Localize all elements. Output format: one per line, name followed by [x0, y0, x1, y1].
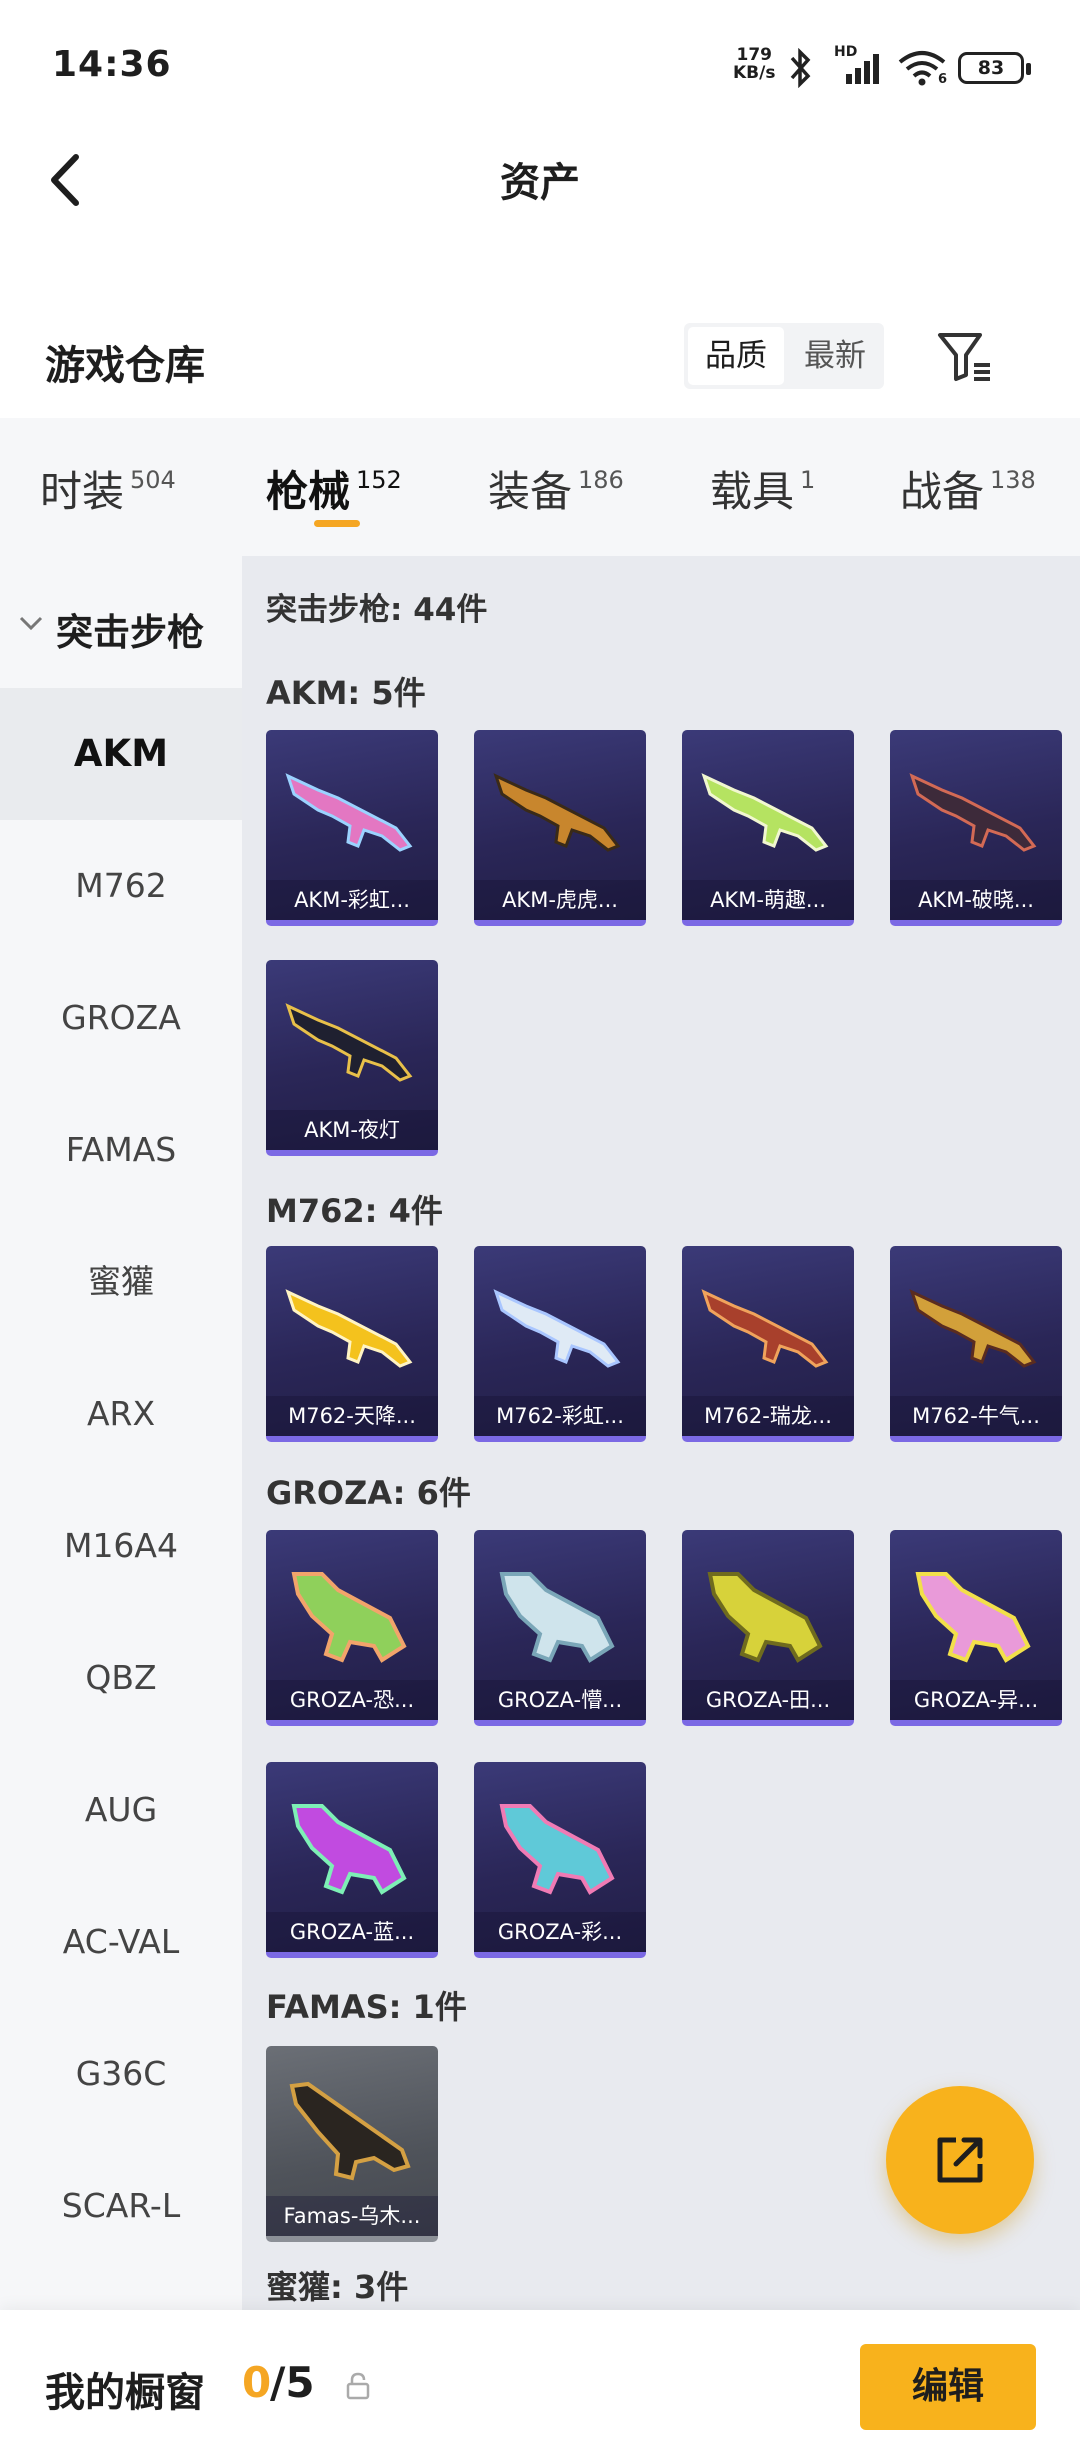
sidebar-item-akm[interactable]: AKM: [0, 688, 242, 820]
sort-newest-button[interactable]: 最新: [792, 323, 878, 389]
lock-icon: [346, 2372, 370, 2400]
rifle-image: [909, 773, 1037, 852]
showcase-count-current: 0: [242, 2358, 272, 2407]
weapon-card[interactable]: Famas-乌木...: [266, 2046, 438, 2242]
sidebar-item-groza[interactable]: GROZA: [0, 952, 242, 1084]
status-bar: 14:36 179 KB/s HD 6 83: [0, 0, 1080, 135]
rifle-image: [285, 773, 413, 852]
weapon-card[interactable]: GROZA-异...: [890, 1530, 1062, 1726]
category-label-honey-badger: 蜜獾: 3件: [266, 2268, 409, 2306]
sidebar-item-honey-badger[interactable]: 蜜獾: [0, 1216, 242, 1348]
sidebar-item-scar-l[interactable]: SCAR-L: [0, 2140, 242, 2272]
active-tab-indicator: [314, 520, 360, 527]
rifle-image: [289, 2081, 411, 2181]
warehouse-header: 游戏仓库 品质 最新: [0, 315, 1080, 405]
wifi-label: 6: [938, 72, 948, 87]
smg-image: [707, 1572, 823, 1663]
weapon-card[interactable]: AKM-夜灯: [266, 960, 438, 1156]
tab-fashion[interactable]: 时装 504: [40, 458, 176, 519]
weapon-card[interactable]: GROZA-恐...: [266, 1530, 438, 1726]
sidebar-item-aug[interactable]: AUG: [0, 1744, 242, 1876]
weapon-card[interactable]: M762-瑞龙...: [682, 1246, 854, 1442]
rifle-image: [909, 1289, 1037, 1368]
rifle-image: [701, 773, 829, 852]
weapon-card[interactable]: M762-彩虹...: [474, 1246, 646, 1442]
tab-equipment[interactable]: 装备 186: [488, 458, 624, 519]
weapon-card[interactable]: M762-天降...: [266, 1246, 438, 1442]
sidebar-item-qbz[interactable]: QBZ: [0, 1612, 242, 1744]
rifle-image: [701, 1289, 829, 1368]
smg-image: [291, 1804, 407, 1895]
group-count-heading: 突击步枪: 44件: [266, 592, 488, 628]
smg-image: [499, 1804, 615, 1895]
status-time: 14:36: [52, 44, 172, 85]
rifle-image: [285, 1003, 413, 1082]
category-label-famas: FAMAS: 1件: [266, 1988, 467, 2026]
share-button[interactable]: [886, 2086, 1034, 2234]
tab-supplies[interactable]: 战备 138: [900, 458, 1036, 519]
showcase-label: 我的橱窗: [45, 2370, 205, 2416]
share-icon: [937, 2137, 983, 2183]
sidebar-item-m16a4[interactable]: M16A4: [0, 1480, 242, 1612]
weapon-type-sidebar: 突击步枪 AKM M762 GROZA FAMAS 蜜獾 ARX M16A4 Q…: [0, 556, 242, 2310]
weapon-card[interactable]: GROZA-蓝...: [266, 1762, 438, 1958]
weapon-card[interactable]: GROZA-懵...: [474, 1530, 646, 1726]
weapon-grid: 突击步枪: 44件 AKM: 5件 AKM-彩虹... AKM-虎虎... AK…: [242, 556, 1080, 2310]
weapon-card[interactable]: AKM-破晓...: [890, 730, 1062, 926]
sort-quality-button[interactable]: 品质: [688, 327, 784, 385]
weapon-card[interactable]: GROZA-彩...: [474, 1762, 646, 1958]
weapon-card[interactable]: AKM-萌趣...: [682, 730, 854, 926]
edit-button[interactable]: 编辑: [860, 2344, 1036, 2430]
weapon-card[interactable]: AKM-虎虎...: [474, 730, 646, 926]
page-title: 资产: [500, 160, 580, 206]
rifle-image: [285, 1289, 413, 1368]
network-speed: 179 KB/s: [733, 45, 776, 83]
sidebar-item-g36c[interactable]: G36C: [0, 2008, 242, 2140]
sort-toggle: 品质 最新: [684, 323, 884, 389]
battery-indicator: 83: [958, 52, 1031, 84]
sidebar-item-m762[interactable]: M762: [0, 820, 242, 952]
tab-firearms[interactable]: 枪械 152: [266, 458, 402, 519]
sidebar-group-assault-rifles[interactable]: 突击步枪: [0, 592, 242, 662]
smg-image: [291, 1572, 407, 1663]
weapon-card[interactable]: AKM-彩虹...: [266, 730, 438, 926]
showcase-bar: 我的橱窗 0 /5 编辑: [0, 2310, 1080, 2460]
sidebar-item-famas[interactable]: FAMAS: [0, 1084, 242, 1216]
showcase-count-total: /5: [270, 2358, 315, 2407]
weapon-card[interactable]: M762-牛气...: [890, 1246, 1062, 1442]
bluetooth-icon: [790, 48, 811, 88]
category-label-groza: GROZA: 6件: [266, 1474, 471, 1512]
category-label-m762: M762: 4件: [266, 1192, 443, 1230]
weapon-card[interactable]: GROZA-田...: [682, 1530, 854, 1726]
chevron-down-icon: [19, 616, 43, 631]
rifle-image: [493, 773, 621, 852]
category-label-akm: AKM: 5件: [266, 674, 426, 712]
filter-icon[interactable]: [934, 327, 994, 387]
tab-vehicles[interactable]: 载具 1: [710, 458, 815, 519]
rifle-image: [493, 1289, 621, 1368]
smg-image: [499, 1572, 615, 1663]
sidebar-item-ac-val[interactable]: AC-VAL: [0, 1876, 242, 2008]
sidebar-item-arx[interactable]: ARX: [0, 1348, 242, 1480]
signal-hd-label: HD: [834, 44, 858, 60]
category-tabs: 时装 504 枪械 152 装备 186 载具 1 战备 138: [0, 418, 1080, 556]
section-title: 游戏仓库: [45, 343, 205, 389]
smg-image: [915, 1572, 1031, 1663]
